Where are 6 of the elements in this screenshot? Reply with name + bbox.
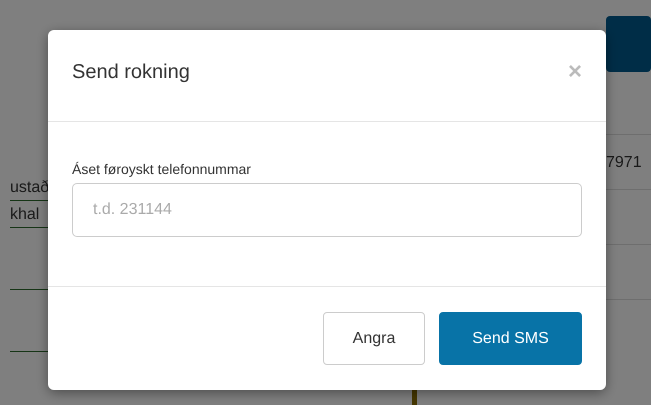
modal-title: Send rokning [72,60,190,84]
cancel-button[interactable]: Angra [323,312,425,365]
field-label: Áset føroyskt telefonnummar [72,160,251,179]
send-sms-button[interactable]: Send SMS [439,312,582,365]
phone-input-field[interactable]: t.d. 231144 [72,183,582,237]
header-button[interactable] [606,16,651,72]
